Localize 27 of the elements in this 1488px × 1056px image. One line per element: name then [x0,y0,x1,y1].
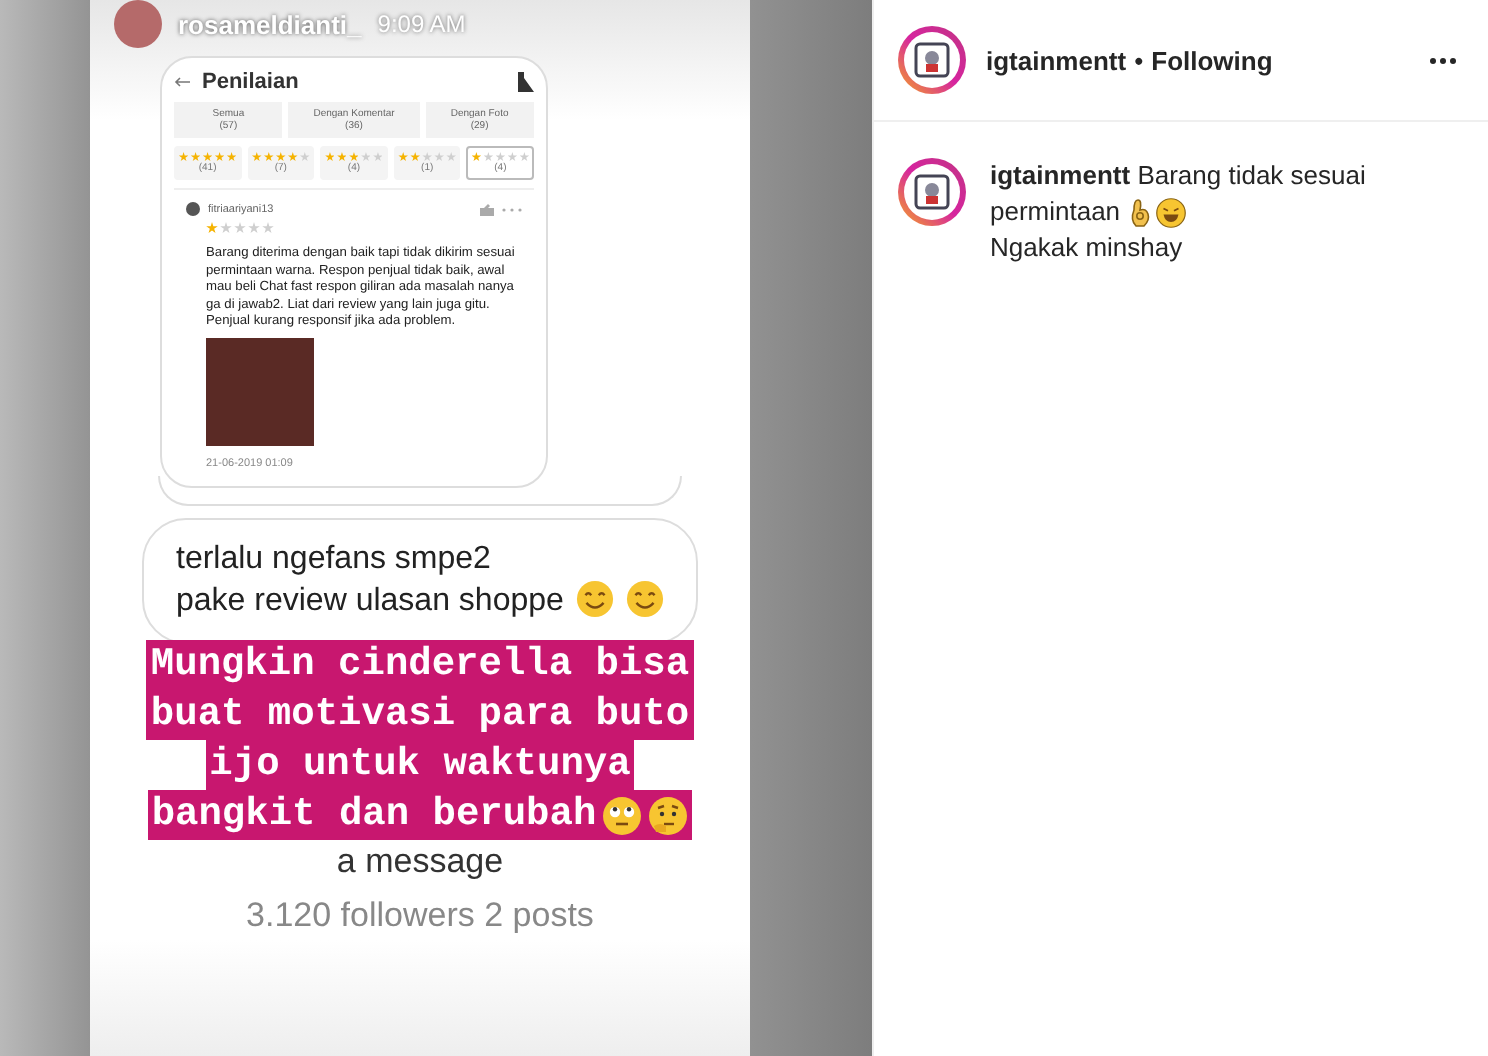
back-arrow-icon[interactable] [174,76,190,88]
story-username: rosameldianti_ [178,9,362,39]
logo-icon [914,42,950,78]
avatar [114,0,162,48]
smiling-emoji-icon [626,580,664,619]
more-options-icon[interactable] [1430,57,1456,63]
reply-hint: a message [336,842,504,883]
following-button[interactable]: Following [1151,45,1273,75]
smiling-emoji-icon [576,580,614,619]
photo-placeholder [206,337,314,446]
username-link[interactable]: igtainmentt [986,45,1127,75]
message-text: terlalu ngefans smpe2 pake review ulasan shoppe [176,539,564,622]
screen-title: Penilaian [202,70,301,94]
logo-icon [914,174,950,210]
thumbs-up-icon[interactable] [480,203,494,215]
caption-text: igtainmentt Barang tidak sesuai permintaan [990,158,1368,230]
avatar[interactable] [898,26,966,94]
user-avatar [186,202,200,216]
eye-roll-emoji-icon [602,795,643,836]
caption-text: Ngakak minshay [990,230,1185,266]
laughing-emoji-icon [1155,198,1186,229]
thinking-emoji-icon [648,795,689,836]
story-time: 9:09 AM [377,10,466,38]
username-link[interactable]: igtainmentt [990,160,1131,190]
avatar[interactable] [898,158,966,226]
separator: • [1134,45,1144,75]
profile-stats: 3.120 followers 2 posts [246,896,594,937]
